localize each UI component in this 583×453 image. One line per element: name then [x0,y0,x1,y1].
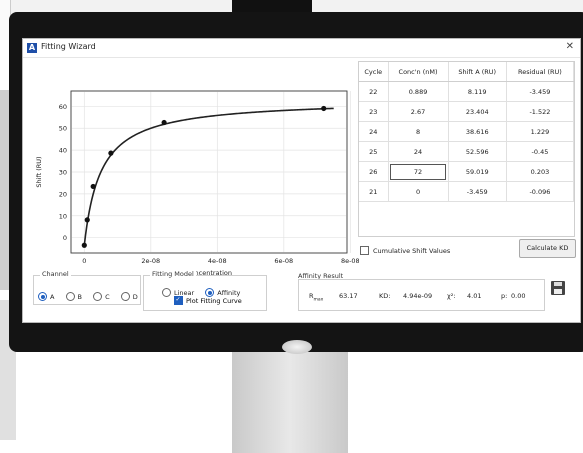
table-header-cell: Conc'n (nM) [388,62,449,82]
y-tick-label: 10 [59,212,67,220]
table-cell: 26 [359,161,389,182]
table-cell: 52.596 [448,141,507,162]
y-axis-label: Shift (RU) [35,156,43,187]
table-cell[interactable]: 0.889 [388,81,449,102]
table-header-cell: Shift A (RU) [448,62,507,82]
table-cell: -0.096 [506,181,575,202]
data-point [321,105,327,112]
table-cell[interactable]: 8 [388,121,449,142]
data-point [161,119,167,126]
chi-label: χ²: [447,292,456,300]
table-cell: -0.45 [506,141,575,162]
table-cell: 59.019 [448,161,507,182]
kd-value: 4.94e-09 [403,292,433,300]
affinity-result-box: Rmax 63.17 KD: 4.94e-09 χ²: 4.01 p: 0.00 [298,279,545,311]
table-row[interactable]: 25 24 52.596 -0.45 [359,141,575,162]
table-cell: 38.616 [448,121,507,142]
data-point [90,183,96,190]
table-header-cell: Cycle [359,62,389,82]
x-tick-label: 4e-08 [208,257,227,265]
channel-group: Channel A B C D [33,270,141,305]
table-row[interactable]: 24 8 38.616 1.229 [359,121,575,142]
data-point [84,217,90,223]
table-cell[interactable]: 72 [388,161,449,182]
plot-fitting-curve-checkbox[interactable]: Plot Fitting Curve [174,296,242,305]
data-table: Cycle Conc'n (nM) Shift A (RU) Residual (RU… [359,62,575,255]
channel-group-title: Channel [40,270,71,278]
data-point [108,150,114,156]
y-tick-label: 30 [59,169,67,177]
fitting-wizard-window: A Fitting Wizard ✕ 0 10 20 30 40 50 60 0 2e-08 4e… [22,38,581,323]
monitor-stand [232,352,348,453]
y-tick-label: 0 [63,234,67,242]
y-tick-label: 50 [59,125,67,133]
table-cell: -3.459 [506,81,575,102]
table-cell: 25 [359,141,389,162]
table-cell: 21 [359,181,389,202]
data-point [81,242,87,248]
table-cell: -3.459 [448,181,507,202]
window-title: Fitting Wizard [41,42,96,51]
y-tick-label: 40 [59,147,67,155]
table-row[interactable]: 23 2.67 23.404 -1.522 [359,101,575,122]
table-cell[interactable]: 24 [388,141,449,162]
y-tick-label: 60 [59,103,67,111]
cumulative-label: Cumulative Shift Values [373,246,451,255]
fitting-model-group: Fitting Model Linear Affinity Plot Fitti… [143,270,267,311]
channel-radio-a[interactable]: A [38,292,54,301]
save-icon[interactable] [551,281,565,295]
fit-plot: 0 10 20 30 40 50 60 0 2e-08 4e-08 6e-08 8e-08 Concen… [29,63,369,291]
cumulative-checkbox-box[interactable] [360,246,369,255]
table-cell: 23.404 [448,101,507,122]
table-cell[interactable]: 0 [388,181,449,202]
channel-radio-d[interactable]: D [120,292,138,301]
channel-radio-b[interactable]: B [65,292,82,301]
monitor-power-button [282,340,312,354]
close-icon[interactable]: ✕ [566,41,574,52]
chi-value: 4.01 [467,292,482,300]
x-tick-label: 6e-08 [274,257,293,265]
table-cell: 22 [359,81,389,102]
rmax-value: 63.17 [339,292,358,300]
rmax-label: Rmax [309,292,324,303]
title-bar: A Fitting Wizard ✕ [23,39,580,58]
table-row[interactable]: 26 72 59.019 0.203 [359,161,575,182]
table-cell[interactable]: 2.67 [388,101,449,122]
p-label: p: [501,292,508,300]
x-tick-label: 8e-08 [341,257,359,265]
fitting-model-title: Fitting Model [150,270,196,278]
app-logo-icon: A [27,43,37,53]
kd-label: KD: [379,292,391,300]
y-tick-label: 20 [59,190,67,198]
table-cell: 1.229 [506,121,575,142]
table-cell: 8.119 [448,81,507,102]
table-body: 22 0.889 8.119 -3.459 23 2.67 23.404 -1.522 24 8 3… [359,81,575,255]
table-row[interactable]: 22 0.889 8.119 -3.459 [359,81,575,102]
table-cell: 0.203 [506,161,575,182]
x-tick-label: 2e-08 [141,257,160,265]
x-tick-label: 0 [82,257,86,265]
table-cell: -1.522 [506,101,575,122]
table-cell: 24 [359,121,389,142]
table-cell: 23 [359,101,389,122]
fit-plot-svg: 01020304050600 2e-08 4e-08 6e-08 8e-08Concen… [35,90,360,277]
table-row[interactable]: 21 0 -3.459 -0.096 [359,181,575,202]
calculate-kd-button[interactable]: Calculate KD [519,239,576,258]
channel-radio-c[interactable]: C [93,292,110,301]
table-header-row: Cycle Conc'n (nM) Shift A (RU) Residual (RU… [359,62,575,82]
p-value: 0.00 [511,292,526,300]
data-table-panel: Cycle Conc'n (nM) Shift A (RU) Residual (RU… [358,61,575,237]
table-header-cell: Residual (RU) [506,62,575,82]
cumulative-shift-checkbox[interactable]: Cumulative Shift Values [360,246,450,255]
